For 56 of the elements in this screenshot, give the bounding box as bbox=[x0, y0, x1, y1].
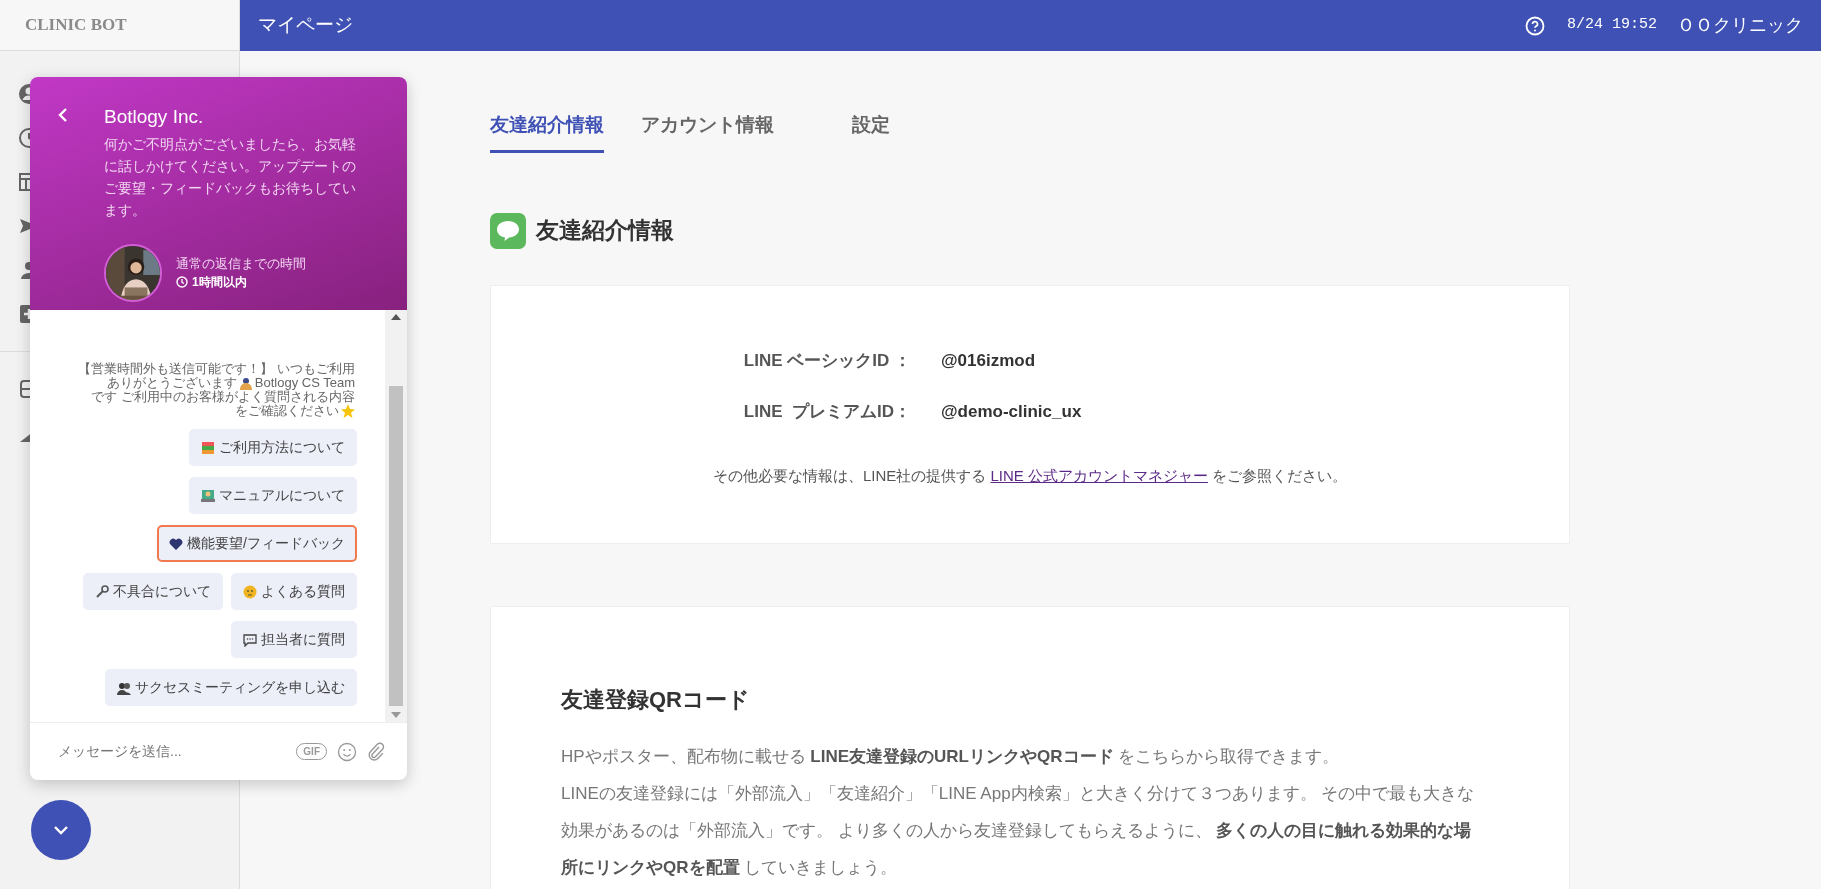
message-text: ありがとうございます bbox=[106, 376, 237, 390]
reply-time-label: 通常の返信までの時間 bbox=[176, 254, 306, 273]
message-text: 【営業時間外も送信可能です！】 いつもご利用 bbox=[78, 362, 355, 376]
brand-name: CLINIC BOT bbox=[25, 14, 127, 37]
message-text: です ご利用中のお客様がよく質問される内容 bbox=[91, 390, 355, 404]
table-icon[interactable] bbox=[18, 171, 30, 193]
page-title: マイページ bbox=[258, 13, 353, 38]
scroll-up-icon[interactable] bbox=[391, 314, 401, 320]
date-time: 8/24 19:52 bbox=[1567, 15, 1657, 36]
line-app-icon bbox=[490, 212, 526, 249]
description-text: LINEの友達登録には「外部流入」「友達紹介」「LINE App内検索」と大きく分けて３つあります。 その中で最も大きな効果があるのは「外部流入」です。 より多くの人から友達登録してもらえるように、 多くの人の目に触れる効果的な場所にリンクやQRを配置 していきましょう。 bbox=[561, 783, 1476, 879]
speech-bubble-icon bbox=[243, 632, 257, 647]
tab[interactable]: 友達紹介情報 bbox=[490, 111, 604, 153]
quick-reply-button[interactable]: 機能要望/フィードバック bbox=[157, 525, 357, 562]
heart-icon bbox=[169, 536, 184, 551]
clock-icon bbox=[176, 276, 188, 289]
quick-reply-button[interactable]: ご利用方法について bbox=[189, 429, 357, 466]
tab[interactable]: アカウント情報 bbox=[641, 111, 774, 153]
id-label: LINE ベーシックID ： bbox=[742, 349, 911, 372]
people-icon bbox=[117, 680, 131, 695]
id-value: @demo-clinic_ux bbox=[941, 401, 1083, 423]
tab[interactable]: 設定 bbox=[852, 111, 890, 153]
info-note: その他必要な情報は、LINE社の提供する LINE 公式アカウントマネジャー をご参照ください。 bbox=[711, 465, 1349, 486]
account-manager-link[interactable]: LINE 公式アカウントマネジャー bbox=[990, 466, 1208, 484]
section-title: 友達紹介情報 bbox=[536, 216, 674, 246]
back-icon[interactable] bbox=[58, 107, 68, 123]
message-text: Botlogy CS Team bbox=[254, 376, 355, 390]
chat-description: 何かご不明点がございましたら、お気軽に話しかけてください。アップデートのご要望・フィードバックもお待ちしています。 bbox=[104, 135, 357, 220]
message-input[interactable]: メッセージを送信... bbox=[56, 740, 287, 763]
thinking-face-icon bbox=[243, 584, 257, 599]
person-icon[interactable] bbox=[18, 259, 30, 281]
id-value: @016izmod bbox=[941, 349, 1037, 372]
clinic-name[interactable]: ＯＯクリニック bbox=[1677, 12, 1803, 39]
quick-reply-button[interactable]: 担当者に質問 bbox=[231, 621, 357, 658]
help-icon[interactable] bbox=[1525, 15, 1545, 36]
message-text: をご確認ください bbox=[235, 404, 339, 418]
star-icon bbox=[341, 404, 355, 418]
emoji-icon[interactable] bbox=[337, 741, 357, 762]
laptop-person-icon bbox=[201, 488, 215, 503]
attachment-icon[interactable] bbox=[367, 741, 385, 762]
quick-reply-button[interactable]: よくある質問 bbox=[231, 573, 357, 610]
scrollbar[interactable] bbox=[385, 310, 407, 722]
wrench-icon bbox=[95, 584, 109, 599]
quick-reply-button[interactable]: 不具合について bbox=[83, 573, 223, 610]
company-name: Botlogy Inc. bbox=[104, 105, 205, 129]
description-text: HPやポスター、配布物に載せる LINE友達登録のURLリンクやQRコード をこちらから取得できます。 bbox=[561, 746, 1341, 768]
chevron-down-icon bbox=[53, 825, 69, 835]
quick-reply-button[interactable]: マニュアルについて bbox=[189, 477, 357, 514]
quick-reply-button[interactable]: サクセスミーティングを申し込む bbox=[105, 669, 357, 706]
card-title: 友達登録QRコード bbox=[561, 686, 751, 714]
reply-time: 1時間以内 bbox=[192, 274, 247, 292]
clock-icon[interactable] bbox=[18, 127, 30, 149]
books-icon bbox=[201, 440, 215, 455]
bowing-person-icon bbox=[238, 376, 253, 390]
frame-icon[interactable] bbox=[18, 378, 30, 400]
id-label: LINE プレミアムID： bbox=[742, 401, 911, 423]
